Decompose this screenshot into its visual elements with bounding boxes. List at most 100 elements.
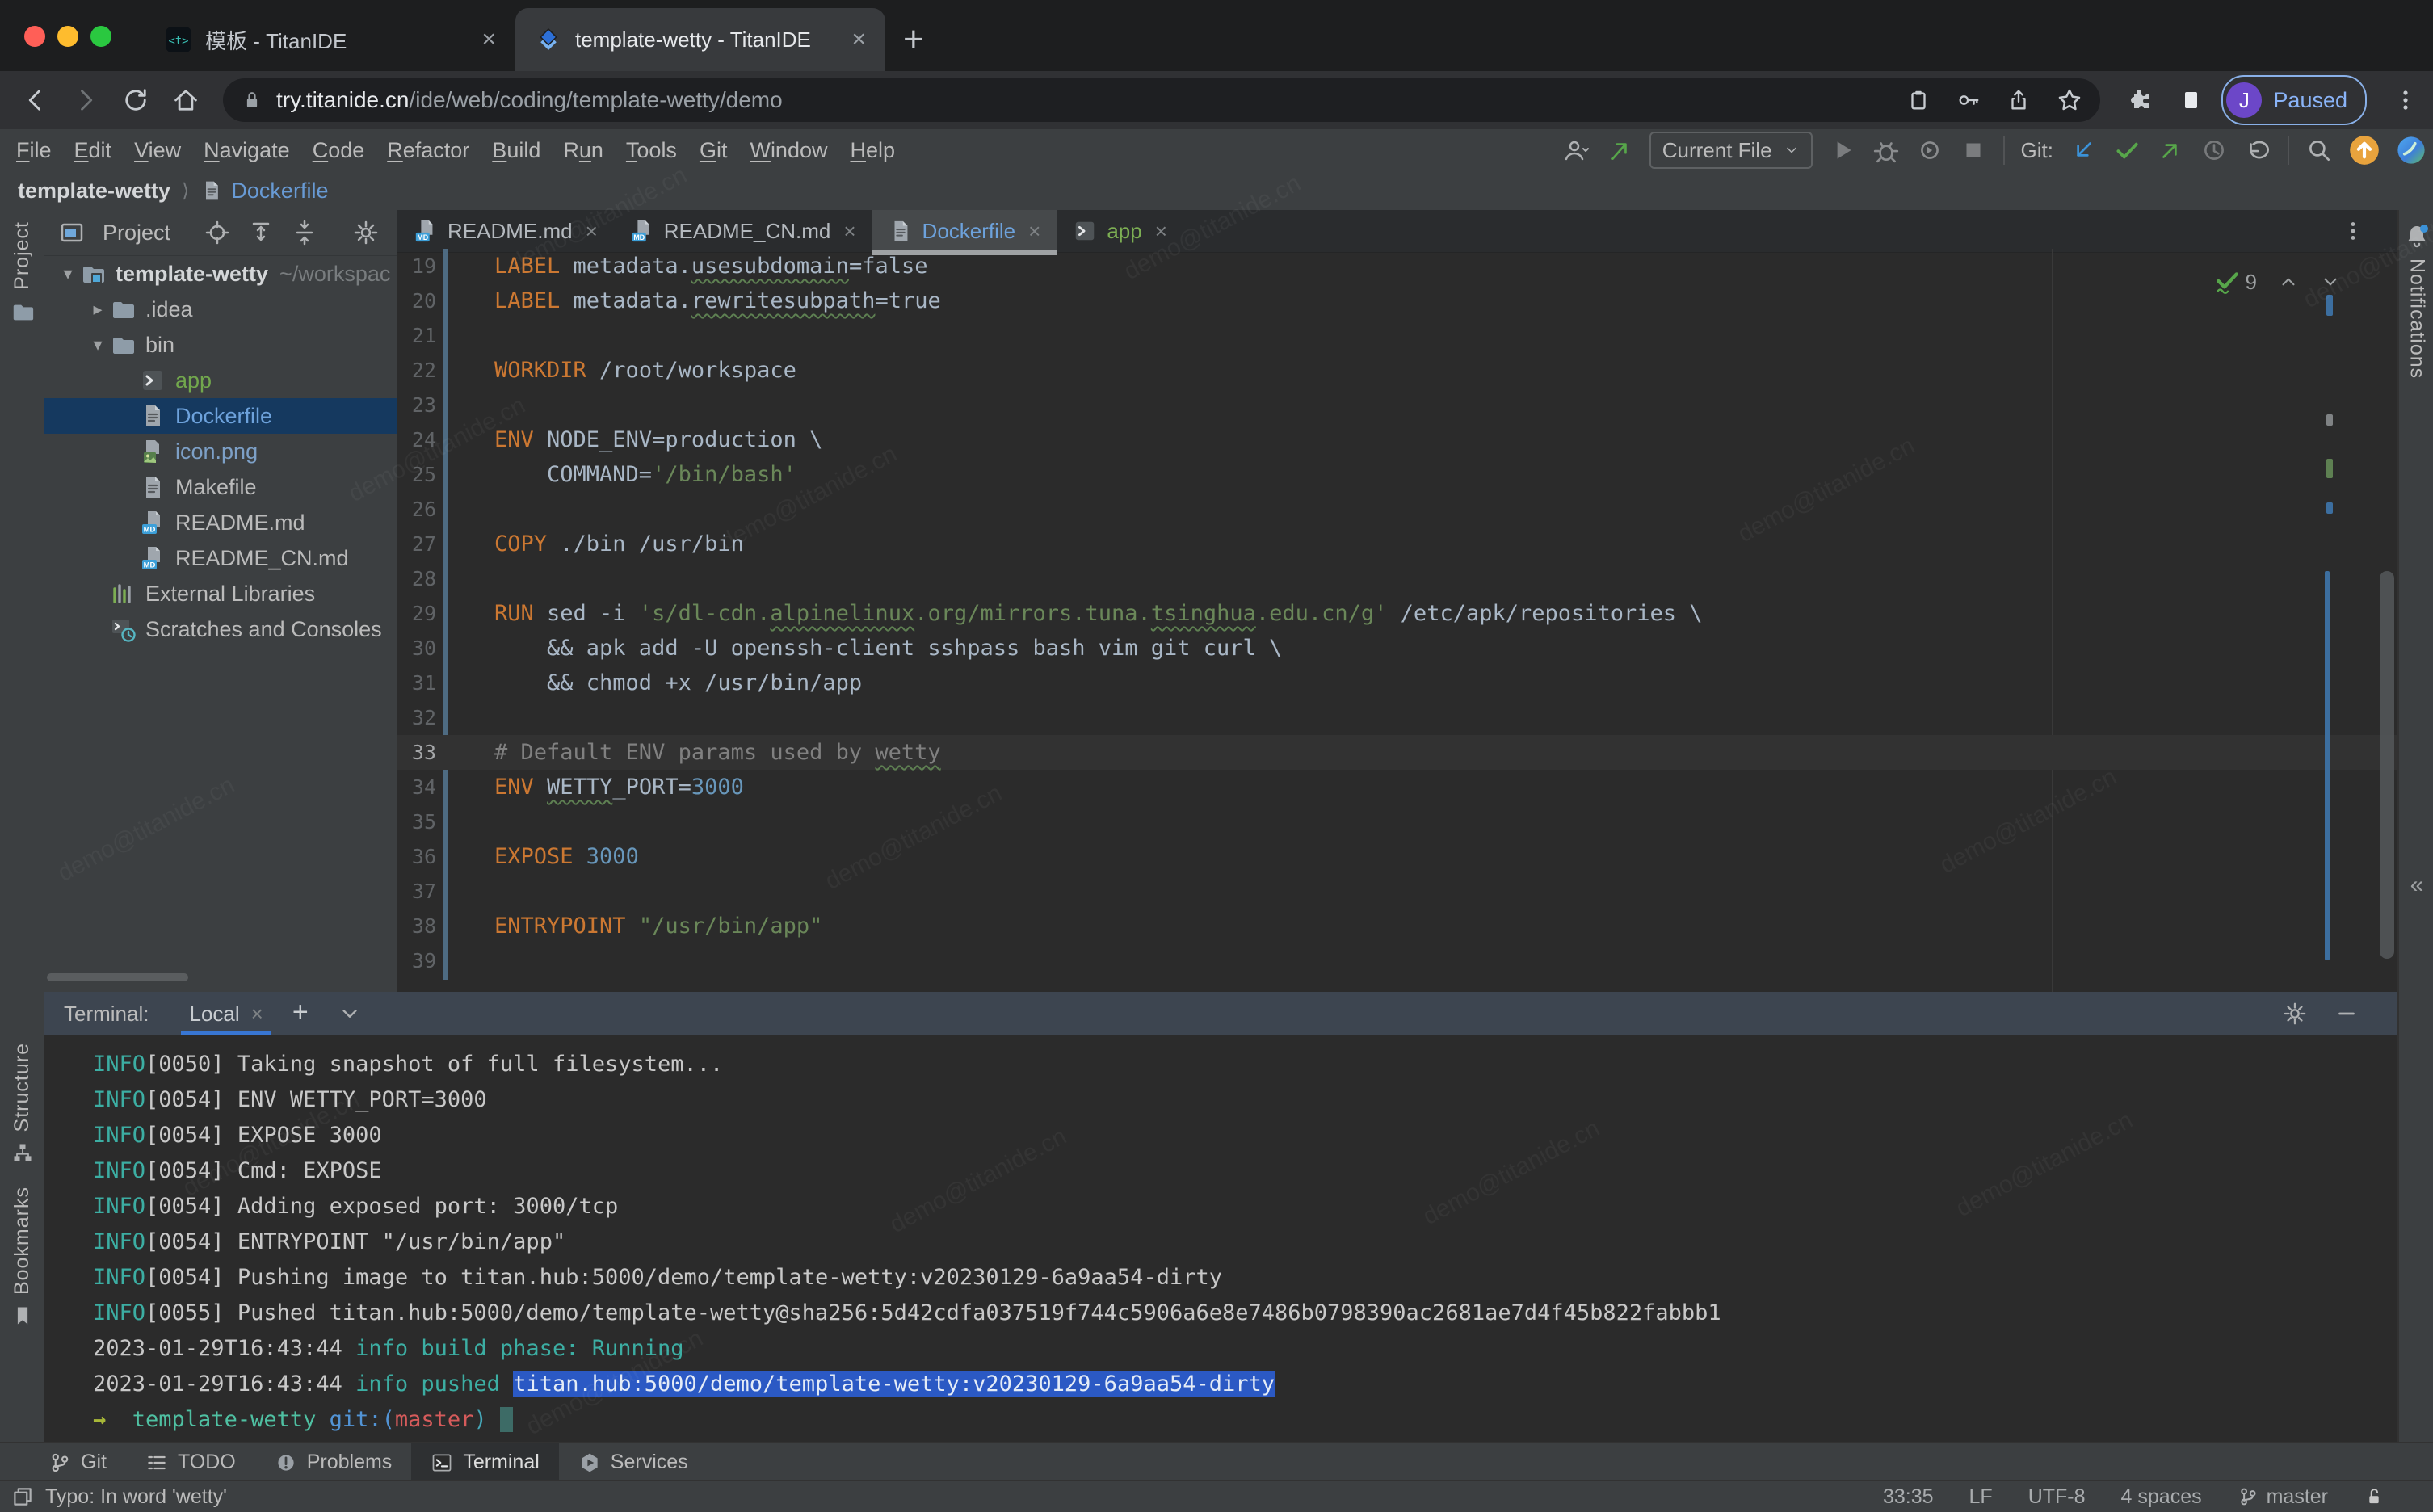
clipboard-icon[interactable]	[1906, 88, 1931, 112]
project-hscrollbar[interactable]	[47, 973, 188, 981]
profile-button[interactable]: J Paused	[2221, 75, 2367, 125]
forward-icon[interactable]	[71, 86, 100, 115]
rollback-icon[interactable]	[2244, 136, 2271, 164]
menu-navigate[interactable]: Navigate	[192, 138, 301, 163]
terminal-output[interactable]: INFO[0050] Taking snapshot of full files…	[44, 1035, 2397, 1438]
address-bar[interactable]: try.titanide.cn/ide/web/coding/template-…	[223, 78, 2100, 122]
line-number[interactable]: 36	[397, 845, 436, 868]
inspection-widget[interactable]: 9	[2213, 268, 2341, 296]
sidepanel-icon[interactable]	[2178, 87, 2204, 113]
new-tab-button[interactable]: +	[903, 19, 924, 60]
tree-item-scratches-and-consoles[interactable]: Scratches and Consoles	[44, 611, 397, 647]
menu-window[interactable]: Window	[738, 138, 838, 163]
user-icon[interactable]	[1562, 136, 1590, 164]
menu-edit[interactable]: Edit	[63, 138, 124, 163]
line-number[interactable]: 22	[397, 359, 436, 382]
tool-window-button-todo[interactable]: TODO	[126, 1443, 255, 1481]
line-number[interactable]: 39	[397, 949, 436, 972]
collapse-panel-icon[interactable]: «	[2399, 872, 2433, 899]
titan-logo-icon[interactable]	[2396, 135, 2427, 166]
tool-button-bookmarks[interactable]: Bookmarks	[0, 1186, 44, 1327]
menu-run[interactable]: Run	[552, 138, 615, 163]
git-branch-widget[interactable]: master	[2238, 1485, 2328, 1509]
tree-chevron-icon[interactable]: ▾	[86, 334, 110, 355]
search-everywhere-icon[interactable]	[2305, 136, 2333, 164]
line-number[interactable]: 26	[397, 498, 436, 521]
line-number[interactable]: 24	[397, 428, 436, 452]
encoding[interactable]: UTF-8	[2028, 1485, 2086, 1509]
tool-button-structure[interactable]: Structure	[0, 1043, 44, 1164]
browser-tab[interactable]: template-wetty - TitanIDE×	[515, 8, 885, 71]
breadcrumb-file[interactable]: Dockerfile	[231, 178, 328, 204]
collapse-all-icon[interactable]	[292, 220, 317, 246]
close-window-button[interactable]	[24, 26, 45, 47]
tree-chevron-icon[interactable]: ▸	[86, 299, 110, 320]
menu-help[interactable]: Help	[838, 138, 906, 163]
tool-window-button-terminal[interactable]: Terminal	[411, 1443, 558, 1481]
editor-tab-readme-md[interactable]: MDREADME.md×	[397, 210, 614, 252]
git-update-icon[interactable]	[2070, 136, 2097, 164]
stop-icon[interactable]	[1960, 136, 1987, 164]
close-tab-icon[interactable]: ×	[481, 27, 496, 52]
terminal-tab-local[interactable]: Local ×	[181, 992, 271, 1035]
editor-tab-dockerfile[interactable]: Dockerfile×	[872, 210, 1057, 252]
tree-item-app[interactable]: app	[44, 363, 397, 398]
line-number[interactable]: 25	[397, 463, 436, 486]
line-number[interactable]: 19	[397, 254, 436, 278]
menu-refactor[interactable]: Refactor	[376, 138, 481, 163]
close-tab-icon[interactable]: ×	[586, 219, 598, 244]
lock-icon[interactable]	[241, 89, 263, 111]
hidden-tabs-icon[interactable]	[2341, 219, 2365, 243]
prev-problem-icon[interactable]	[2278, 271, 2299, 292]
home-icon[interactable]	[171, 86, 200, 115]
close-tab-icon[interactable]: ×	[843, 219, 855, 244]
tool-button-notifications[interactable]: Notifications	[2399, 223, 2433, 379]
line-number[interactable]: 28	[397, 567, 436, 590]
tree-item-readme-md[interactable]: MDREADME.md	[44, 505, 397, 540]
line-number[interactable]: 27	[397, 532, 436, 556]
browser-menu-icon[interactable]	[2393, 87, 2418, 113]
tool-window-button-services[interactable]: Services	[559, 1443, 708, 1481]
session-dropdown-icon[interactable]	[338, 1002, 362, 1026]
run-config-select[interactable]: Current File	[1649, 132, 1813, 169]
terminal-minimize-icon[interactable]	[2334, 1002, 2359, 1026]
extensions-puzzle-icon[interactable]	[2126, 87, 2152, 113]
bookmark-star-icon[interactable]	[2057, 87, 2082, 113]
tree-item-template-wetty[interactable]: ▾template-wetty~/workspac	[44, 256, 397, 292]
gear-icon[interactable]	[353, 220, 379, 246]
code-area[interactable]: 19LABEL metadata.usesubdomain=false20LAB…	[397, 249, 2397, 992]
tree-item-makefile[interactable]: Makefile	[44, 469, 397, 505]
menu-code[interactable]: Code	[301, 138, 376, 163]
tree-item-readme-cn-md[interactable]: MDREADME_CN.md	[44, 540, 397, 576]
menu-file[interactable]: File	[5, 138, 63, 163]
next-problem-icon[interactable]	[2320, 271, 2341, 292]
upgrade-icon[interactable]	[2349, 135, 2380, 166]
line-number[interactable]: 37	[397, 880, 436, 903]
close-tab-icon[interactable]: ×	[1155, 219, 1167, 244]
project-panel-title[interactable]: Project	[103, 220, 170, 246]
editor-scrollbar[interactable]	[2380, 571, 2394, 959]
coverage-icon[interactable]	[1916, 136, 1943, 164]
line-number[interactable]: 30	[397, 636, 436, 660]
deploy-arrow-icon[interactable]	[1606, 136, 1633, 164]
line-number[interactable]: 21	[397, 324, 436, 347]
tree-item--idea[interactable]: ▸.idea	[44, 292, 397, 327]
line-number[interactable]: 32	[397, 706, 436, 729]
tree-item-dockerfile[interactable]: Dockerfile	[44, 398, 397, 434]
run-icon[interactable]	[1829, 136, 1856, 164]
line-number[interactable]: 35	[397, 810, 436, 834]
unlock-icon[interactable]	[2364, 1486, 2385, 1507]
minimize-window-button[interactable]	[57, 26, 78, 47]
line-number[interactable]: 23	[397, 393, 436, 417]
share-icon[interactable]	[2006, 88, 2031, 112]
tree-item-bin[interactable]: ▾bin	[44, 327, 397, 363]
new-session-icon[interactable]: +	[292, 1002, 317, 1026]
zoom-window-button[interactable]	[90, 26, 111, 47]
menu-view[interactable]: View	[123, 138, 192, 163]
history-clock-icon[interactable]	[2200, 136, 2228, 164]
line-number[interactable]: 20	[397, 289, 436, 313]
tree-chevron-icon[interactable]: ▾	[56, 263, 80, 284]
terminal-settings-gear-icon[interactable]	[2283, 1002, 2307, 1026]
menu-git[interactable]: Git	[688, 138, 739, 163]
git-push-icon[interactable]	[2157, 136, 2184, 164]
